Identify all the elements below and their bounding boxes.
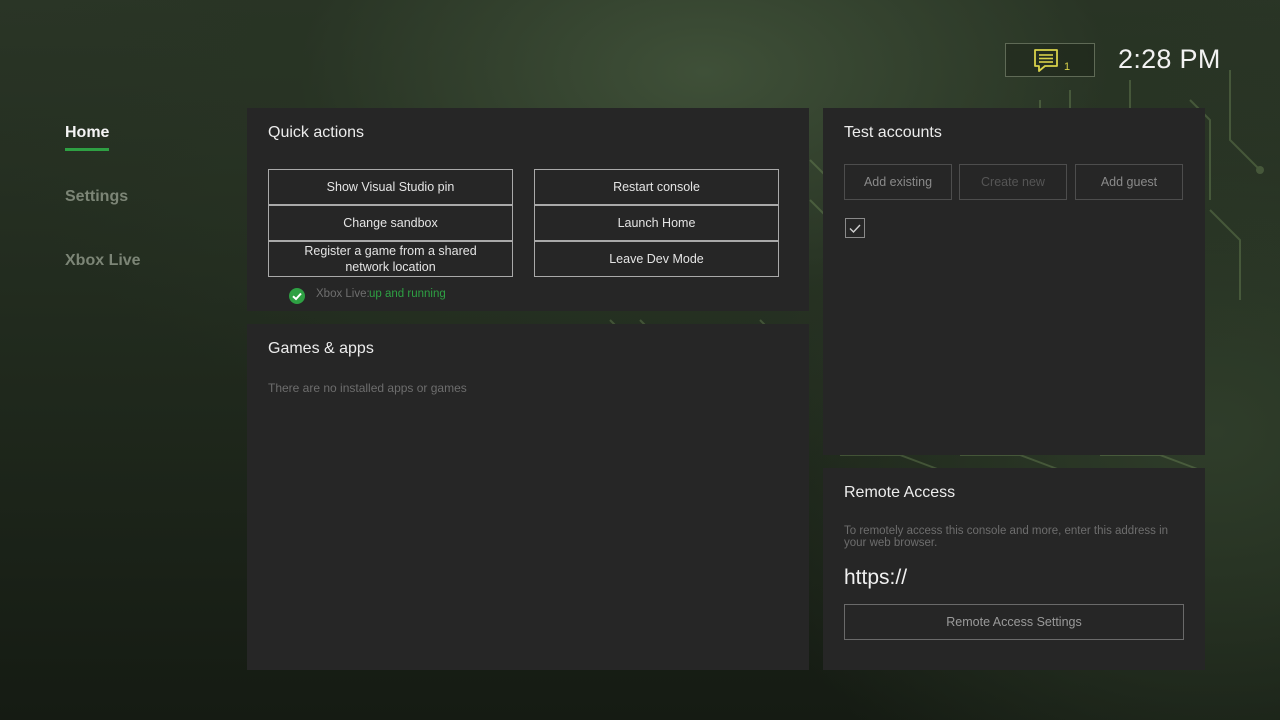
notification-count: 1: [1064, 61, 1071, 73]
clock: 2:28 PM: [1118, 44, 1221, 74]
games-apps-panel: Games & apps There are no installed apps…: [247, 324, 809, 670]
remote-access-panel: Remote Access To remotely access this co…: [823, 468, 1205, 670]
remote-access-title: Remote Access: [844, 484, 956, 501]
show-vs-pin-label: Show Visual Studio pin: [326, 180, 455, 194]
quick-actions-title: Quick actions: [268, 124, 365, 141]
register-game-label: Register a game from a shared network lo…: [304, 244, 477, 274]
show-vs-pin-button[interactable]: Show Visual Studio pin: [268, 169, 513, 205]
remote-access-url: https://: [844, 566, 908, 589]
games-apps-empty-text: There are no installed apps or games: [268, 381, 467, 395]
restart-console-button[interactable]: Restart console: [534, 169, 779, 205]
check-circle-icon: [289, 288, 305, 309]
games-apps-title: Games & apps: [268, 340, 374, 357]
change-sandbox-button[interactable]: Change sandbox: [268, 205, 513, 241]
create-new-label: Create new: [981, 175, 1045, 189]
quick-actions-panel: Quick actions Show Visual Studio pin Cha…: [247, 108, 809, 311]
message-icon: [1033, 48, 1059, 79]
test-accounts-panel: Test accounts: [823, 108, 1205, 455]
leave-dev-mode-button[interactable]: Leave Dev Mode: [534, 241, 779, 277]
register-game-button[interactable]: Register a game from a shared network lo…: [268, 241, 513, 277]
add-existing-button[interactable]: Add existing: [844, 164, 952, 200]
change-sandbox-label: Change sandbox: [343, 216, 438, 230]
xbox-live-status-value: up and running: [369, 288, 446, 300]
launch-home-button[interactable]: Launch Home: [534, 205, 779, 241]
leave-dev-mode-label: Leave Dev Mode: [609, 252, 704, 266]
xbox-live-status-prefix: Xbox Live:: [316, 288, 370, 300]
nav-item-home[interactable]: Home: [65, 124, 109, 142]
add-guest-button[interactable]: Add guest: [1075, 164, 1183, 200]
checkmark-icon: [849, 224, 861, 234]
remote-access-settings-button[interactable]: Remote Access Settings: [844, 604, 1184, 640]
remote-access-description: To remotely access this console and more…: [844, 525, 1169, 549]
add-existing-label: Add existing: [863, 175, 933, 189]
restart-console-label: Restart console: [613, 180, 700, 194]
nav-item-xbox-live[interactable]: Xbox Live: [65, 252, 141, 270]
account-checkbox[interactable]: [845, 218, 865, 238]
nav-item-settings[interactable]: Settings: [65, 188, 128, 206]
create-new-button[interactable]: Create new: [959, 164, 1067, 200]
remote-access-settings-label: Remote Access Settings: [946, 615, 1082, 629]
notifications-button[interactable]: 1: [1005, 43, 1095, 77]
test-accounts-title: Test accounts: [844, 124, 942, 141]
launch-home-label: Launch Home: [617, 216, 696, 230]
nav-active-indicator: [65, 148, 109, 151]
add-guest-label: Add guest: [1100, 175, 1158, 189]
